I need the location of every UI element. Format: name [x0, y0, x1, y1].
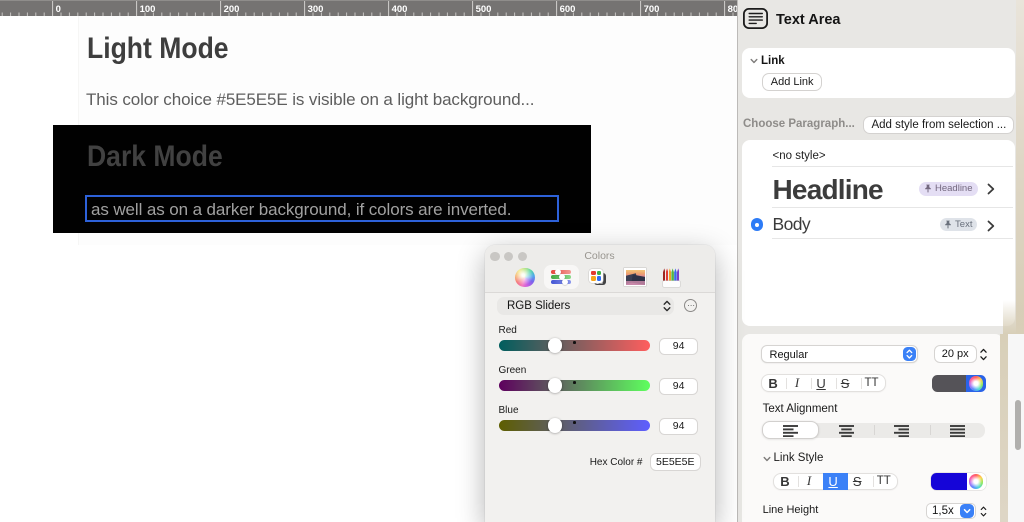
svg-text:800: 800: [728, 4, 737, 15]
svg-text:600: 600: [560, 4, 576, 15]
svg-text:400: 400: [392, 4, 408, 15]
svg-text:100: 100: [140, 4, 156, 15]
svg-text:300: 300: [308, 4, 324, 15]
svg-text:700: 700: [644, 4, 660, 15]
svg-text:200: 200: [224, 4, 240, 15]
svg-text:0: 0: [56, 4, 61, 15]
svg-text:500: 500: [476, 4, 492, 15]
